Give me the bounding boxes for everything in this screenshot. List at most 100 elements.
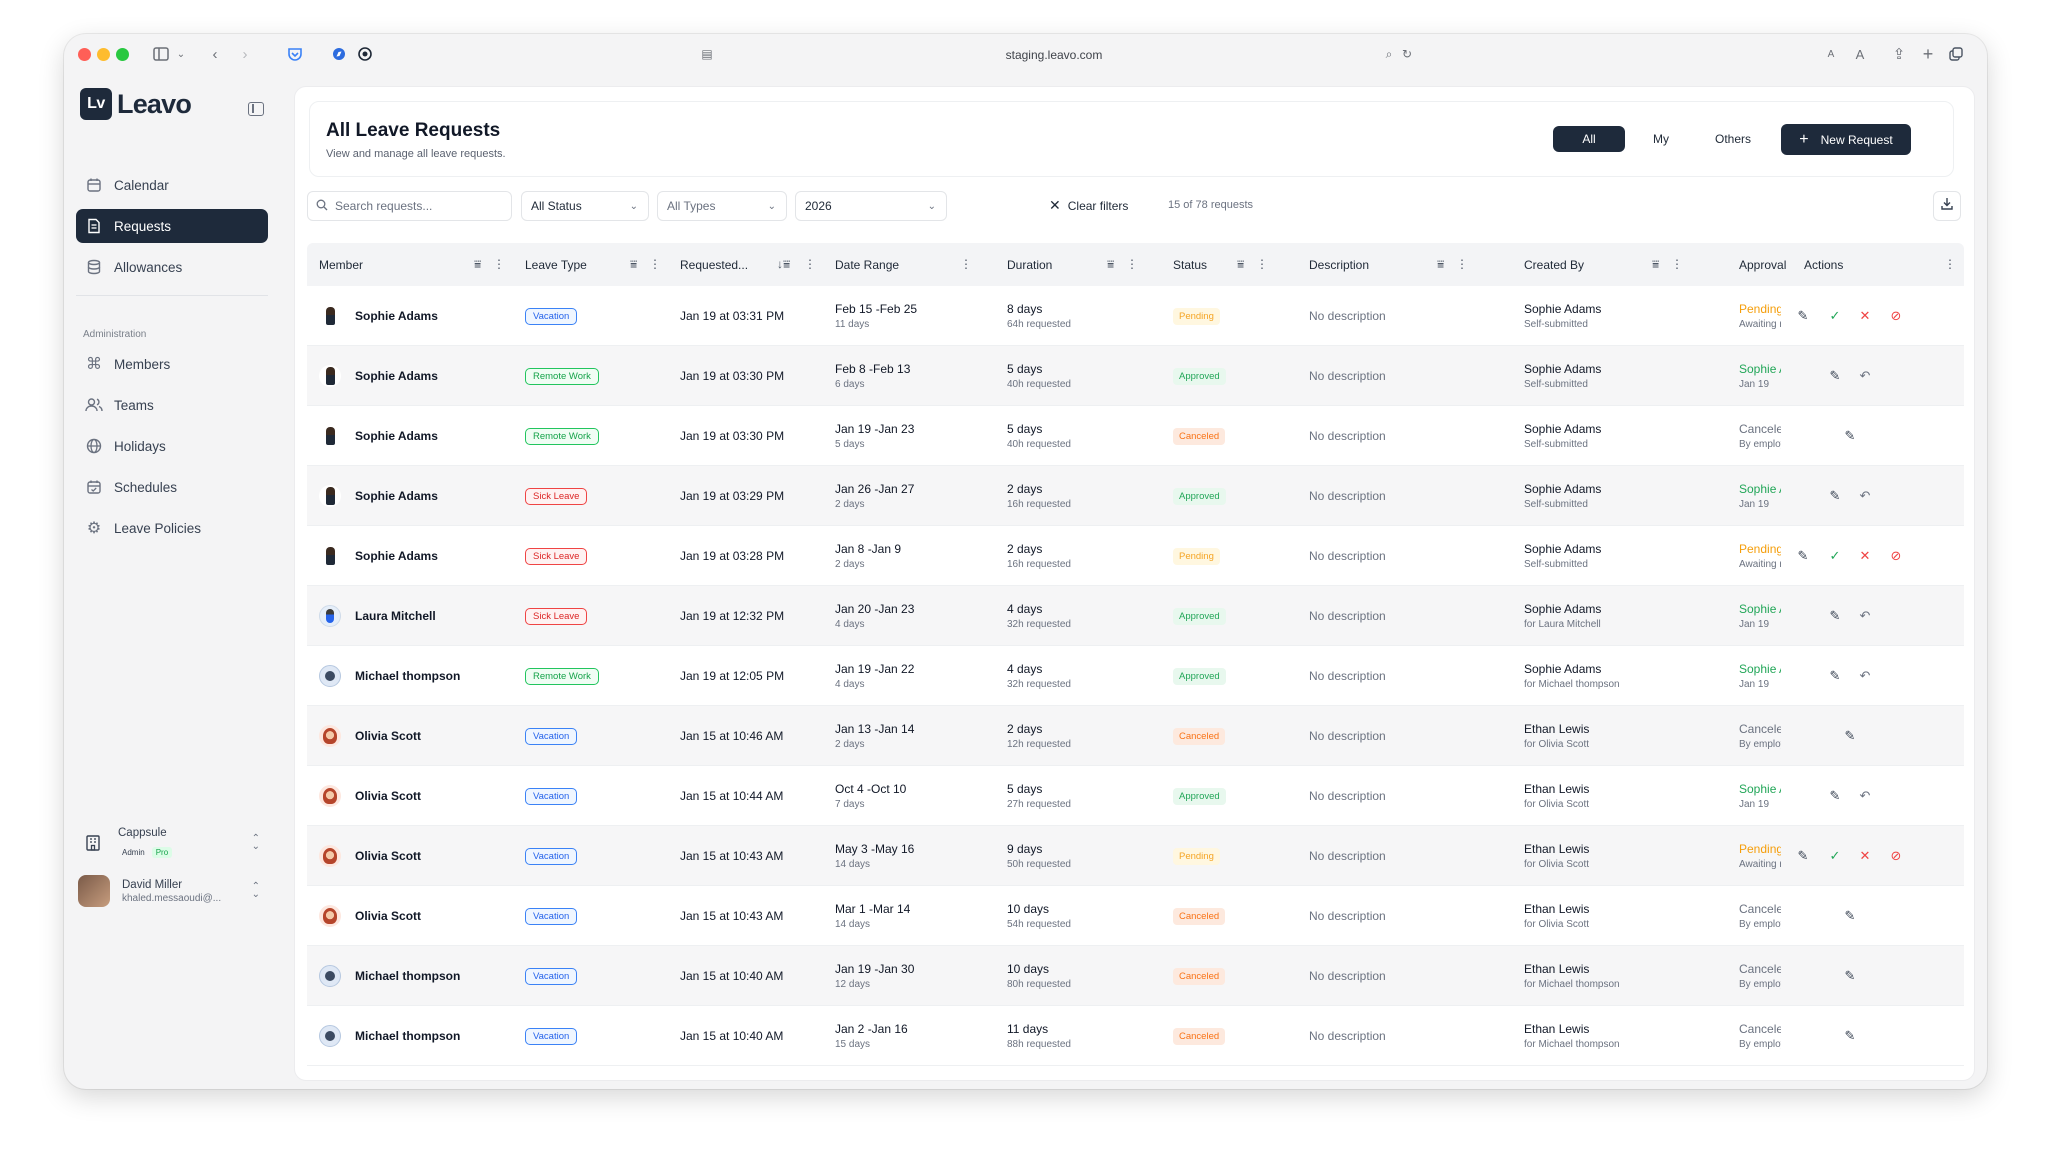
table-row[interactable]: Laura Mitchell Sick Leave Jan 19 at 12:32 … bbox=[307, 586, 1964, 646]
app-logo[interactable]: Lv Leavo bbox=[80, 88, 192, 120]
filter-icon[interactable]: ⩸ bbox=[474, 257, 481, 272]
table-row[interactable]: Sophie Adams Vacation Jan 19 at 03:31 PM Fe… bbox=[307, 286, 1964, 346]
filter-icon[interactable]: ⩸ bbox=[1652, 257, 1659, 272]
approve-request-button[interactable]: ✓ bbox=[1826, 547, 1844, 565]
edit-request-button[interactable]: ✎ bbox=[1841, 1027, 1859, 1045]
more-vertical-icon[interactable]: ⋮ bbox=[804, 257, 816, 271]
edit-request-button[interactable]: ✎ bbox=[1826, 487, 1844, 505]
edit-request-button[interactable]: ✎ bbox=[1794, 307, 1812, 325]
year-filter-select[interactable]: 2026 ⌄ bbox=[795, 191, 947, 221]
address-bar[interactable]: staging.leavo.com bbox=[624, 42, 1484, 68]
sidebar-item-teams[interactable]: Teams bbox=[76, 388, 268, 422]
share-icon[interactable]: ⇪ bbox=[1888, 43, 1910, 65]
table-row[interactable]: Michael thompson Remote Work Jan 19 at 12:… bbox=[307, 646, 1964, 706]
revoke-approval-button[interactable]: ↶ bbox=[1856, 787, 1874, 805]
edit-request-button[interactable]: ✎ bbox=[1826, 607, 1844, 625]
tabs-overview-icon[interactable] bbox=[1945, 43, 1967, 65]
more-vertical-icon[interactable]: ⋮ bbox=[1456, 257, 1468, 271]
scope-others-button[interactable]: Others bbox=[1697, 126, 1769, 152]
organization-switcher[interactable]: Cappsule Admin Pro ⌃ ⌄ bbox=[76, 821, 268, 865]
zoom-window-button[interactable] bbox=[116, 48, 129, 61]
extension-target-icon[interactable] bbox=[354, 43, 376, 65]
status-filter-select[interactable]: All Status ⌄ bbox=[521, 191, 649, 221]
minimize-window-button[interactable] bbox=[97, 48, 110, 61]
collapse-sidebar-icon[interactable] bbox=[248, 102, 264, 116]
text-smaller-icon[interactable]: A bbox=[1820, 43, 1842, 65]
more-vertical-icon[interactable]: ⋮ bbox=[493, 257, 505, 271]
download-button[interactable] bbox=[1933, 191, 1961, 221]
user-menu[interactable]: David Miller khaled.messaoudi@... ⌃ ⌄ bbox=[76, 868, 268, 914]
more-vertical-icon[interactable]: ⋮ bbox=[649, 257, 661, 271]
approve-request-button[interactable]: ✓ bbox=[1826, 847, 1844, 865]
edit-request-button[interactable]: ✎ bbox=[1841, 727, 1859, 745]
table-row[interactable]: Olivia Scott Vacation Jan 15 at 10:44 AM Oc… bbox=[307, 766, 1964, 826]
cancel-request-button[interactable]: ⊘ bbox=[1887, 847, 1905, 865]
column-actions[interactable]: Actions bbox=[1804, 243, 1843, 286]
column-approval[interactable]: Approval bbox=[1739, 243, 1786, 286]
new-tab-icon[interactable]: + bbox=[1917, 43, 1939, 65]
scope-my-button[interactable]: My bbox=[1625, 126, 1697, 152]
edit-request-button[interactable]: ✎ bbox=[1841, 967, 1859, 985]
sidebar-item-members[interactable]: ⌘ Members bbox=[76, 347, 268, 381]
sidebar-item-schedules[interactable]: Schedules bbox=[76, 470, 268, 504]
clear-filters-button[interactable]: ✕ Clear filters bbox=[1049, 197, 1128, 214]
pocket-extension-icon[interactable] bbox=[284, 43, 306, 65]
search-input[interactable] bbox=[335, 199, 495, 213]
edit-request-button[interactable]: ✎ bbox=[1826, 787, 1844, 805]
column-member[interactable]: Member bbox=[319, 243, 363, 286]
type-filter-select[interactable]: All Types ⌄ bbox=[657, 191, 787, 221]
more-vertical-icon[interactable]: ⋮ bbox=[1256, 257, 1268, 271]
column-description[interactable]: Description bbox=[1309, 243, 1369, 286]
close-window-button[interactable] bbox=[78, 48, 91, 61]
table-row[interactable]: Sophie Adams Sick Leave Jan 19 at 03:29 PM… bbox=[307, 466, 1964, 526]
edit-request-button[interactable]: ✎ bbox=[1826, 667, 1844, 685]
sidebar-item-leave-policies[interactable]: ⚙ Leave Policies bbox=[76, 511, 268, 545]
column-requested[interactable]: Requested... bbox=[680, 243, 748, 286]
revoke-approval-button[interactable]: ↶ bbox=[1856, 607, 1874, 625]
edit-request-button[interactable]: ✎ bbox=[1841, 907, 1859, 925]
filter-icon[interactable]: ⩸ bbox=[1107, 257, 1114, 272]
column-date-range[interactable]: Date Range bbox=[835, 243, 899, 286]
sidebar-toggle-icon[interactable] bbox=[150, 43, 172, 65]
reload-icon[interactable]: ↻ bbox=[1396, 43, 1418, 65]
reject-request-button[interactable]: ✕ bbox=[1856, 307, 1874, 325]
sort-desc-icon[interactable]: ↓⩸ bbox=[777, 257, 790, 272]
more-vertical-icon[interactable]: ⋮ bbox=[1126, 257, 1138, 271]
revoke-approval-button[interactable]: ↶ bbox=[1856, 367, 1874, 385]
table-row[interactable]: Michael thompson Vacation Jan 15 at 10:40 … bbox=[307, 1006, 1964, 1066]
column-status[interactable]: Status bbox=[1173, 243, 1207, 286]
more-vertical-icon[interactable]: ⋮ bbox=[1944, 257, 1956, 271]
reject-request-button[interactable]: ✕ bbox=[1856, 847, 1874, 865]
cancel-request-button[interactable]: ⊘ bbox=[1887, 307, 1905, 325]
text-larger-icon[interactable]: A bbox=[1849, 43, 1871, 65]
filter-icon[interactable]: ⩸ bbox=[1437, 257, 1444, 272]
column-duration[interactable]: Duration bbox=[1007, 243, 1052, 286]
table-row[interactable]: Sophie Adams Remote Work Jan 19 at 03:30 P… bbox=[307, 346, 1964, 406]
sidebar-item-allowances[interactable]: Allowances bbox=[76, 250, 268, 284]
table-row[interactable]: Michael thompson Vacation Jan 15 at 10:40 … bbox=[307, 946, 1964, 1006]
table-row[interactable]: Sophie Adams Sick Leave Jan 19 at 03:28 PM… bbox=[307, 526, 1964, 586]
cancel-request-button[interactable]: ⊘ bbox=[1887, 547, 1905, 565]
back-icon[interactable]: ‹ bbox=[204, 43, 226, 65]
approve-request-button[interactable]: ✓ bbox=[1826, 307, 1844, 325]
sidebar-item-calendar[interactable]: Calendar bbox=[76, 168, 268, 202]
filter-icon[interactable]: ⩸ bbox=[1237, 257, 1244, 272]
table-row[interactable]: Sophie Adams Remote Work Jan 19 at 03:30 P… bbox=[307, 406, 1964, 466]
chevron-down-icon[interactable]: ⌄ bbox=[170, 43, 192, 65]
reject-request-button[interactable]: ✕ bbox=[1856, 547, 1874, 565]
edit-request-button[interactable]: ✎ bbox=[1841, 427, 1859, 445]
filter-icon[interactable]: ⩸ bbox=[630, 257, 637, 272]
edit-request-button[interactable]: ✎ bbox=[1826, 367, 1844, 385]
forward-icon[interactable]: › bbox=[234, 43, 256, 65]
more-vertical-icon[interactable]: ⋮ bbox=[960, 257, 972, 271]
column-created-by[interactable]: Created By bbox=[1524, 243, 1584, 286]
edit-request-button[interactable]: ✎ bbox=[1794, 547, 1812, 565]
table-row[interactable]: Olivia Scott Vacation Jan 15 at 10:43 AM Ma… bbox=[307, 826, 1964, 886]
more-vertical-icon[interactable]: ⋮ bbox=[1671, 257, 1683, 271]
new-request-button[interactable]: + New Request bbox=[1781, 124, 1911, 155]
table-row[interactable]: Olivia Scott Vacation Jan 15 at 10:43 AM Ma… bbox=[307, 886, 1964, 946]
extension-compass-icon[interactable] bbox=[328, 43, 350, 65]
table-row[interactable]: Olivia Scott Vacation Jan 15 at 10:46 AM Ja… bbox=[307, 706, 1964, 766]
scope-all-button[interactable]: All bbox=[1553, 126, 1625, 152]
revoke-approval-button[interactable]: ↶ bbox=[1856, 487, 1874, 505]
